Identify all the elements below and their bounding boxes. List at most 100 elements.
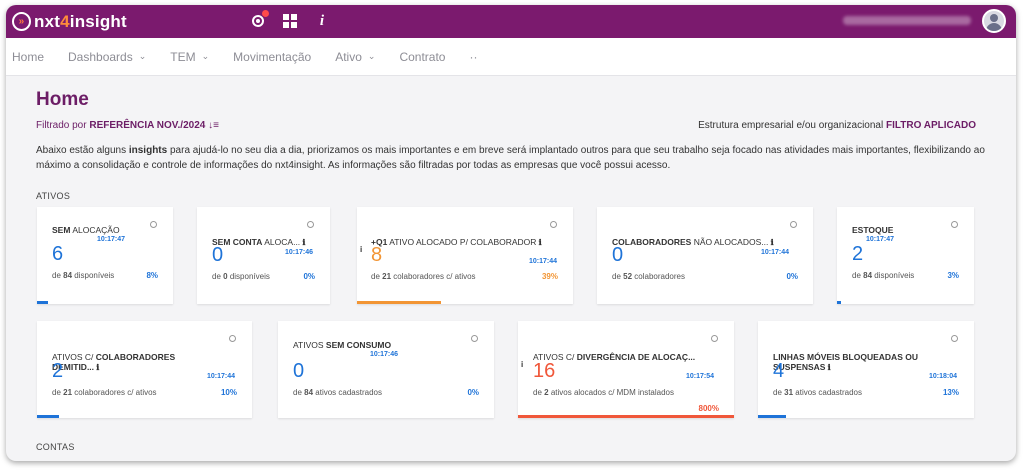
- card-info-icon[interactable]: ℹ: [94, 363, 99, 372]
- notifications-icon[interactable]: [250, 10, 269, 29]
- card-percentage: 13%: [942, 388, 959, 397]
- card-sub-number: 2: [544, 388, 549, 397]
- card-title: COLABORADORES NÃO ALOCADOS... ℹ: [612, 237, 774, 247]
- card-timestamp: 10:17:54: [686, 373, 715, 380]
- card-subtext: de 0 disponíveis: [212, 272, 270, 281]
- card-title: ATIVOS C/ DIVERGÊNCIA DE ALOCAÇ...: [533, 352, 695, 362]
- card-value[interactable]: 16: [533, 360, 555, 383]
- card-progress-bar: [837, 301, 842, 304]
- card-sub-suffix: colaboradores c/ ativos: [393, 272, 476, 281]
- card-sub-suffix: ativos cadastrados: [315, 388, 382, 397]
- card-info-icon[interactable]: ℹ: [768, 238, 774, 247]
- card-select-radio[interactable]: [307, 221, 314, 228]
- nav-item[interactable]: ··: [469, 50, 477, 64]
- card-select-radio[interactable]: [790, 221, 797, 228]
- insight-card[interactable]: COLABORADORES NÃO ALOCADOS... ℹ 10:17:44 0…: [597, 207, 813, 304]
- nav-item[interactable]: Movimentação: [233, 50, 311, 64]
- card-value[interactable]: 0: [212, 244, 223, 267]
- user-name-blurred[interactable]: [843, 16, 971, 25]
- app-logo[interactable]: » nxt4insight: [12, 11, 127, 32]
- insight-card[interactable]: i ATIVOS C/ DIVERGÊNCIA DE ALOCAÇ... 10:17…: [518, 321, 734, 418]
- card-subtext: de 84 disponíveis: [852, 271, 914, 280]
- card-sub-number: 84: [63, 271, 73, 280]
- insight-card[interactable]: ATIVOS C/ COLABORADORES DEMITID... ℹ 10:17…: [37, 321, 252, 418]
- insight-card[interactable]: i +Q1 ATIVO ALOCADO P/ COLABORADOR ℹ 10:17…: [357, 207, 573, 304]
- card-sub-prefix: de: [293, 388, 302, 397]
- card-value[interactable]: 8: [371, 244, 382, 267]
- card-sub-number: 31: [784, 388, 794, 397]
- card-select-radio[interactable]: [471, 335, 478, 342]
- org-filter-status: Estrutura empresarial e/ou organizaciona…: [698, 120, 976, 131]
- info-icon[interactable]: i: [314, 13, 330, 29]
- card-sub-prefix: de: [52, 271, 61, 280]
- card-value[interactable]: 4: [773, 360, 784, 383]
- card-subtext: de 2 ativos alocados c/ MDM instalados: [533, 388, 674, 397]
- card-info-icon[interactable]: i: [521, 360, 523, 369]
- insight-card[interactable]: ESTOQUE 10:17:47 2 de 84 disponíveis 3%: [837, 207, 974, 304]
- card-select-radio[interactable]: [229, 335, 236, 342]
- notification-dot: [262, 10, 269, 17]
- card-title-bold2: SEM CONSUMO: [325, 340, 392, 350]
- card-timestamp: 10:17:44: [529, 258, 558, 265]
- card-value[interactable]: 6: [52, 243, 63, 266]
- app-window: » nxt4insight i Home Dashboards ⌄ TEM ⌄ Movim…: [6, 5, 1016, 461]
- card-sub-prefix: de: [212, 272, 221, 281]
- card-title: ATIVOS C/ COLABORADORES DEMITID... ℹ: [52, 352, 175, 372]
- card-sub-prefix: de: [533, 388, 542, 397]
- nav-item-label: Ativo: [335, 49, 362, 64]
- card-percentage: 39%: [541, 272, 558, 281]
- filter-sort-icon[interactable]: ↓≡: [208, 120, 219, 131]
- logo-text-four: 4: [60, 11, 70, 31]
- card-title-text: ATIVOS: [293, 340, 326, 350]
- user-avatar[interactable]: [982, 9, 1006, 33]
- nav-item[interactable]: Dashboards ⌄: [68, 50, 146, 64]
- card-timestamp: 10:17:44: [761, 249, 790, 256]
- card-value[interactable]: 0: [293, 360, 304, 383]
- card-info-icon[interactable]: ℹ: [536, 238, 542, 247]
- card-select-radio[interactable]: [150, 221, 157, 228]
- logo-mark: »: [12, 12, 31, 31]
- card-title: SEM CONTA ALOCA... ℹ: [212, 237, 305, 247]
- card-title: ATIVOS SEM CONSUMO: [293, 340, 391, 350]
- card-sub-number: 0: [223, 272, 228, 281]
- card-value[interactable]: 2: [852, 243, 863, 266]
- logo-text-pre: nxt: [34, 11, 61, 31]
- card-title-bold: COLABORADORES: [612, 237, 692, 247]
- card-title-bold: SEM: [52, 225, 71, 235]
- card-select-radio[interactable]: [951, 335, 958, 342]
- section-contas: CONTAS: [36, 442, 75, 452]
- card-timestamp: 10:18:04: [929, 373, 958, 380]
- card-info-icon[interactable]: i: [360, 245, 362, 254]
- card-title-bold: LINHAS MÓVEIS BLOQUEADAS OU: [773, 352, 918, 362]
- card-timestamp: 10:17:44: [207, 373, 236, 380]
- card-sub-suffix: disponíveis: [874, 271, 915, 280]
- card-value[interactable]: 0: [612, 244, 623, 267]
- card-sub-prefix: de: [52, 388, 61, 397]
- nav-item[interactable]: Home: [12, 50, 44, 64]
- card-percentage: 8%: [146, 271, 158, 280]
- card-info-icon[interactable]: ℹ: [825, 363, 831, 372]
- card-select-radio[interactable]: [951, 221, 958, 228]
- insight-card[interactable]: SEM CONTA ALOCA... ℹ 10:17:46 0 de 0 dispon…: [197, 207, 330, 304]
- card-sub-prefix: de: [371, 272, 380, 281]
- nav-item[interactable]: TEM ⌄: [170, 50, 209, 64]
- card-title: ESTOQUE: [852, 225, 893, 235]
- nav-item[interactable]: Contrato: [399, 50, 445, 64]
- card-value[interactable]: 2: [52, 360, 63, 383]
- filter-value[interactable]: REFERÊNCIA NOV./2024: [89, 120, 205, 131]
- nav-item[interactable]: Ativo ⌄: [335, 50, 375, 64]
- insight-card[interactable]: LINHAS MÓVEIS BLOQUEADAS OU SUSPENSAS ℹ 10…: [758, 321, 974, 418]
- card-title-text: NÃO ALOCADOS...: [691, 237, 769, 247]
- card-timestamp: 10:17:46: [285, 249, 314, 256]
- org-filter-applied[interactable]: FILTRO APLICADO: [886, 120, 976, 131]
- apps-grid-icon[interactable]: [282, 13, 298, 29]
- insight-card[interactable]: SEM ALOCAÇÃO 10:17:47 6 de 84 disponíveis 8%: [37, 207, 173, 304]
- insight-card[interactable]: ATIVOS SEM CONSUMO 10:17:46 0 de 84 ativos …: [278, 321, 494, 418]
- card-sub-suffix: disponíveis: [74, 271, 115, 280]
- card-select-radio[interactable]: [550, 221, 557, 228]
- card-select-radio[interactable]: [711, 335, 718, 342]
- card-timestamp: 10:17:47: [97, 236, 126, 243]
- card-info-icon[interactable]: ℹ: [300, 238, 305, 247]
- page-title: Home: [36, 89, 89, 110]
- card-title: SEM ALOCAÇÃO: [52, 225, 120, 235]
